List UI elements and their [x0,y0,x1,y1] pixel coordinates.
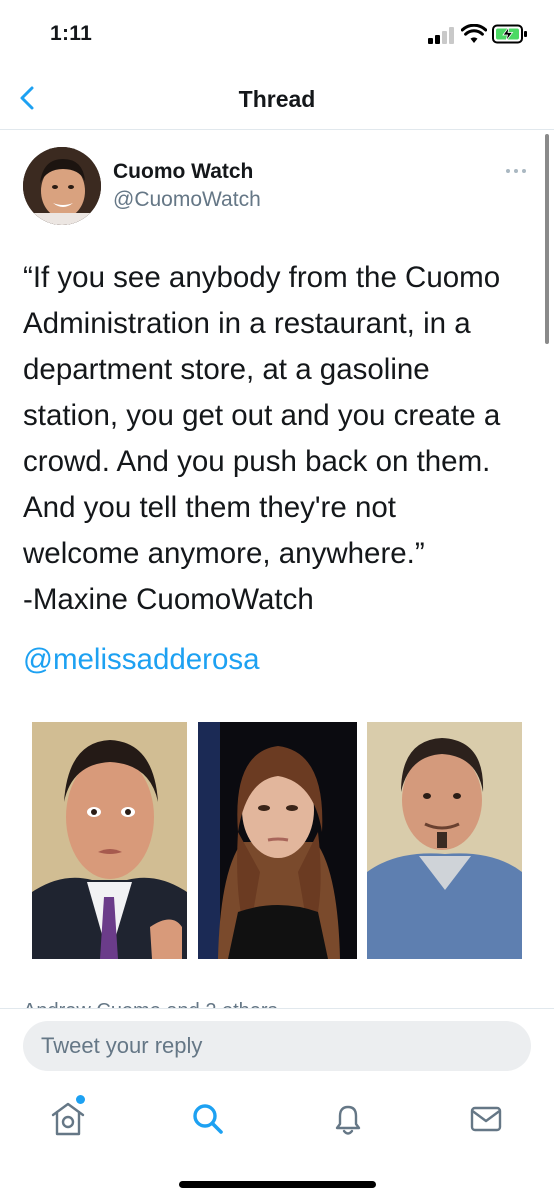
tweet-text: “If you see anybody from the Cuomo Admin… [23,255,538,623]
home-icon[interactable] [46,1097,90,1141]
tagged-users-text: Andrew Cuomo and 2 others [23,1000,278,1008]
tweet-text-line: -Maxine CuomoWatch [23,583,314,616]
tweet-text-line: “If you see anybody from the Cuomo [23,261,501,294]
tweet-image[interactable] [367,722,522,959]
cellular-signal-icon [428,26,458,44]
bottom-bar: Tweet your reply [0,1008,554,1200]
reply-input[interactable]: Tweet your reply [23,1021,531,1071]
nav-bar: Thread [0,70,554,130]
tweet-image[interactable] [198,722,357,959]
new-content-indicator [76,1095,85,1104]
more-horizontal-icon[interactable] [506,166,528,176]
home-indicator[interactable] [179,1181,376,1188]
search-icon[interactable] [186,1097,230,1141]
scrollbar[interactable] [545,134,549,344]
battery-charging-icon [492,24,527,44]
author-name[interactable]: Cuomo Watch [113,160,253,184]
page-title: Thread [238,86,316,112]
tweet-text-line: Administration in a restaurant, in a [23,307,471,340]
mention-link[interactable]: @melissadderosa [23,637,260,683]
avatar[interactable] [23,147,101,225]
tweet-text-line: And you tell them they're not [23,491,396,524]
tweet-text-line: welcome anymore, anywhere.” [23,537,425,570]
bell-icon[interactable] [326,1097,370,1141]
wifi-icon [461,24,487,43]
tweet-text-line: station, you get out and you create a [23,399,501,432]
mail-icon[interactable] [464,1097,508,1141]
tagged-users[interactable]: Andrew Cuomo and 2 others [23,994,523,1008]
author-handle[interactable]: @CuomoWatch [113,188,261,212]
tweet-image[interactable] [32,722,187,959]
tweet-text-line: crowd. And you push back on them. [23,445,491,478]
status-bar: 1:11 [0,0,554,70]
tweet-text-line: department store, at a gasoline [23,353,430,386]
status-time: 1:11 [50,22,93,45]
